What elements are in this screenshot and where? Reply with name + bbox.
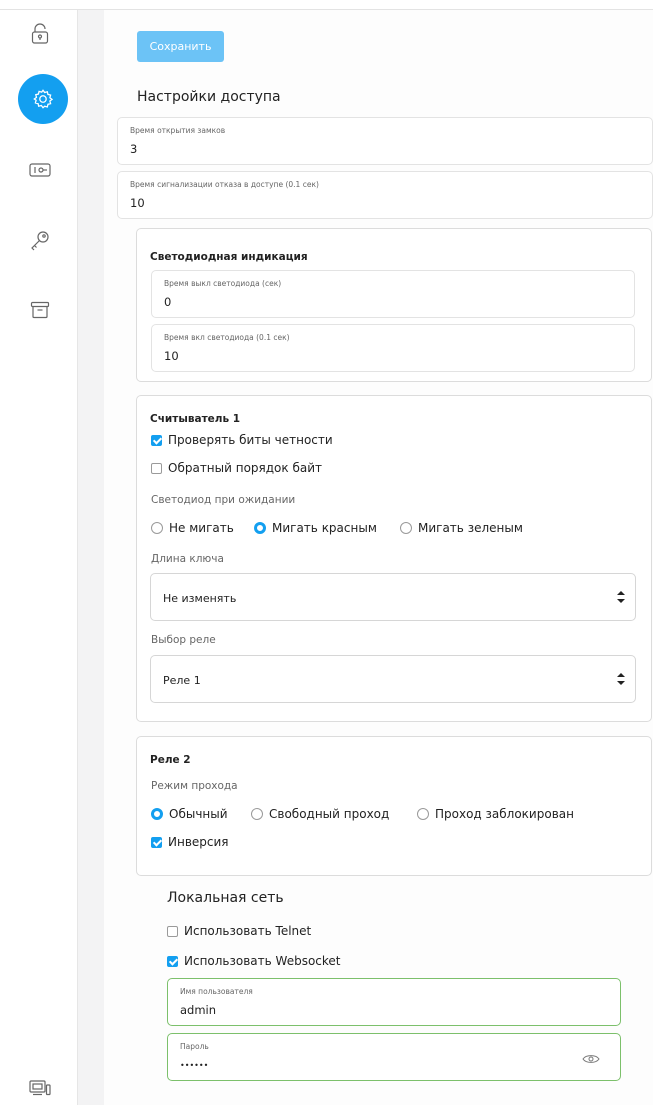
- password-field[interactable]: Пароль ••••••: [167, 1033, 621, 1081]
- led-idle-label: Светодиод при ожидании: [151, 494, 296, 506]
- check-parity-checkbox[interactable]: [151, 434, 162, 446]
- sidebar-item-settings[interactable]: [18, 74, 68, 124]
- led-blink-red-label: Мигать красным: [272, 521, 377, 535]
- mode-option-normal[interactable]: Обычный: [151, 807, 228, 821]
- websocket-option[interactable]: Использовать Websocket: [167, 954, 341, 968]
- select-arrows-icon: [617, 591, 625, 603]
- archive-icon: [30, 301, 50, 319]
- reverse-bytes-option[interactable]: Обратный порядок байт: [151, 461, 322, 475]
- password-label: Пароль: [180, 1042, 209, 1051]
- password-value: ••••••: [180, 1061, 209, 1070]
- led-off-time-label: Время выкл светодиода (сек): [164, 279, 282, 288]
- main-content: Сохранить Настройки доступа Время открыт…: [104, 10, 653, 1105]
- check-parity-option[interactable]: Проверять биты четности: [151, 433, 333, 447]
- reverse-bytes-label: Обратный порядок байт: [168, 461, 323, 475]
- lock-open-time-label: Время открытия замков: [130, 126, 226, 135]
- lock-open-time-field[interactable]: Время открытия замков 3: [117, 117, 653, 165]
- devices-icon: [29, 1080, 51, 1096]
- mode-normal-radio[interactable]: [151, 808, 163, 820]
- username-label: Имя пользователя: [180, 987, 253, 996]
- key-length-select[interactable]: Не изменять: [150, 573, 636, 621]
- mode-normal-label: Обычный: [169, 807, 228, 821]
- mode-free-pass-radio[interactable]: [251, 808, 263, 820]
- access-settings-title: Настройки доступа: [137, 89, 281, 105]
- led-option-no-blink[interactable]: Не мигать: [151, 521, 234, 535]
- sidebar-item-archive[interactable]: [22, 292, 58, 328]
- save-button[interactable]: Сохранить: [137, 31, 224, 62]
- led-indication-title: Светодиодная индикация: [150, 251, 308, 263]
- relay-select-value: Реле 1: [163, 674, 201, 687]
- reverse-bytes-checkbox[interactable]: [151, 462, 162, 474]
- denial-alarm-time-field[interactable]: Время сигнализации отказа в доступе (0.1…: [117, 171, 653, 219]
- led-option-blink-red[interactable]: Мигать красным: [254, 521, 377, 535]
- local-network-title: Локальная сеть: [167, 890, 284, 906]
- sidebar-item-key[interactable]: [22, 222, 58, 258]
- led-blink-green-radio[interactable]: [400, 522, 412, 534]
- mode-blocked-radio[interactable]: [417, 808, 429, 820]
- lock-icon: [31, 23, 49, 44]
- telnet-option[interactable]: Использовать Telnet: [167, 924, 311, 938]
- select-arrows-icon: [617, 673, 625, 685]
- relay-2-title: Реле 2: [150, 754, 191, 766]
- led-no-blink-radio[interactable]: [151, 522, 163, 534]
- led-blink-green-label: Мигать зеленым: [418, 521, 523, 535]
- check-parity-label: Проверять биты четности: [168, 433, 333, 447]
- inversion-option[interactable]: Инверсия: [151, 835, 229, 849]
- key-length-value: Не изменять: [163, 592, 237, 605]
- mode-free-pass-label: Свободный проход: [269, 807, 390, 821]
- led-off-time-field[interactable]: Время выкл светодиода (сек) 0: [151, 270, 635, 318]
- gear-icon: [33, 89, 54, 109]
- mode-option-blocked[interactable]: Проход заблокирован: [417, 807, 574, 821]
- led-indication-card: Светодиодная индикация Время выкл светод…: [136, 228, 652, 382]
- key-length-label: Длина ключа: [151, 553, 224, 565]
- sidebar-item-key-card[interactable]: [22, 152, 58, 188]
- pass-mode-label: Режим прохода: [151, 780, 238, 792]
- led-option-blink-green[interactable]: Мигать зеленым: [400, 521, 523, 535]
- led-on-time-value: 10: [164, 349, 179, 363]
- reader-1-title: Считыватель 1: [150, 413, 241, 425]
- inversion-checkbox[interactable]: [151, 836, 162, 848]
- key-card-icon: [29, 163, 51, 177]
- username-value: admin: [180, 1003, 217, 1017]
- led-no-blink-label: Не мигать: [169, 521, 234, 535]
- denial-alarm-time-label: Время сигнализации отказа в доступе (0.1…: [130, 180, 319, 189]
- led-on-time-label: Время вкл светодиода (0.1 сек): [164, 333, 290, 342]
- key-icon: [31, 231, 49, 251]
- relay-select-label: Выбор реле: [151, 634, 216, 646]
- sidebar-item-devices[interactable]: [22, 1070, 58, 1105]
- relay-select[interactable]: Реле 1: [150, 655, 636, 703]
- mode-option-free-pass[interactable]: Свободный проход: [251, 807, 389, 821]
- inversion-label: Инверсия: [168, 835, 229, 849]
- websocket-label: Использовать Websocket: [184, 954, 341, 968]
- websocket-checkbox[interactable]: [167, 955, 178, 967]
- telnet-label: Использовать Telnet: [184, 924, 312, 938]
- led-off-time-value: 0: [164, 295, 172, 309]
- gutter: [78, 10, 104, 1105]
- sidebar: [0, 10, 78, 1105]
- username-field[interactable]: Имя пользователя admin: [167, 978, 621, 1026]
- telnet-checkbox[interactable]: [167, 925, 178, 937]
- sidebar-item-lock[interactable]: [22, 16, 58, 52]
- mode-blocked-label: Проход заблокирован: [435, 807, 574, 821]
- denial-alarm-time-value: 10: [130, 196, 145, 210]
- lock-open-time-value: 3: [130, 142, 138, 156]
- relay-2-card: Реле 2 Режим прохода Обычный Свободный п…: [136, 736, 652, 876]
- reader-1-card: Считыватель 1 Проверять биты четности Об…: [136, 395, 652, 722]
- led-blink-red-radio[interactable]: [254, 522, 266, 534]
- show-password-eye-icon[interactable]: [582, 1054, 600, 1064]
- led-on-time-field[interactable]: Время вкл светодиода (0.1 сек) 10: [151, 324, 635, 372]
